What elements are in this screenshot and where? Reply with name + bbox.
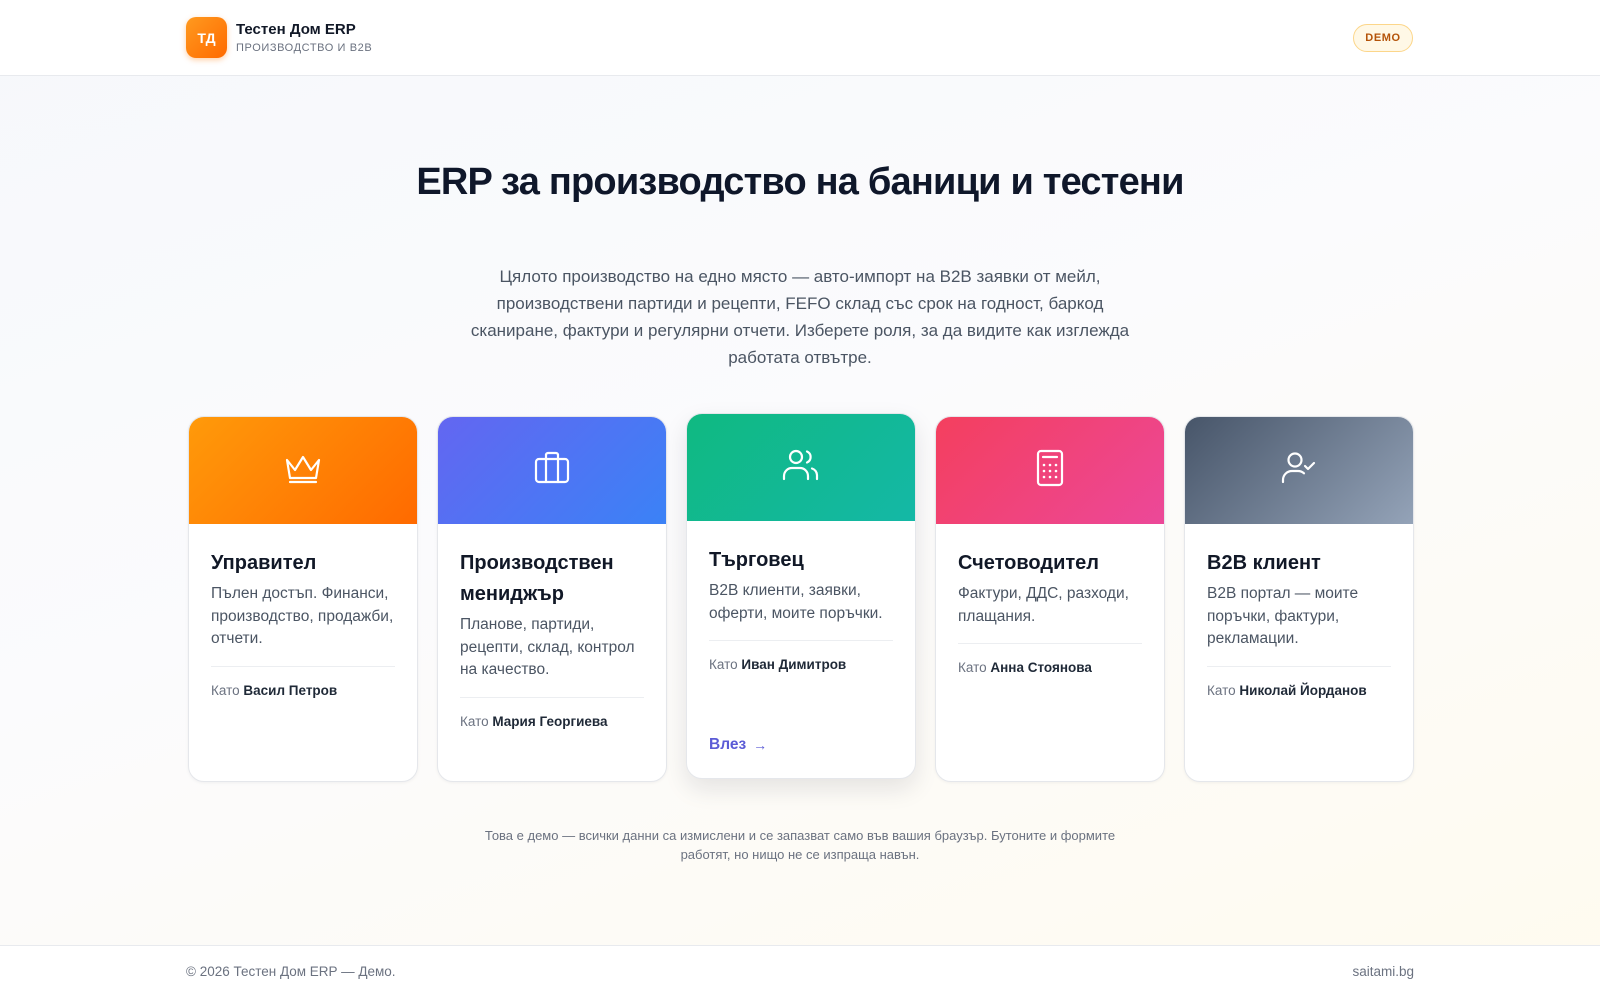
role-title: Управител <box>211 552 317 574</box>
role-title: B2B клиент <box>1207 552 1321 574</box>
role-description: B2B портал — моите поръчки, фактури, рек… <box>1207 585 1359 647</box>
role-card-header <box>936 417 1164 524</box>
role-card-header <box>438 417 666 524</box>
person-name: Иван Димитров <box>741 657 847 672</box>
footer: © 2026 Тестен Дом ERP — Демо. saitami.bg <box>0 945 1600 1000</box>
person-name: Николай Йорданов <box>1239 682 1367 698</box>
hero-subtitle: Цялото производство на едно място — авто… <box>470 267 1130 367</box>
user-check-icon <box>1277 446 1321 495</box>
role-description: Пълен достъп. Финанси, производство, про… <box>211 585 394 647</box>
brand[interactable]: ТД Тестен Дом ERP ПРОИЗВОДСТВО И B2B <box>186 17 372 58</box>
hero-title: ERP за производство на баници и тестени <box>416 161 1184 203</box>
top-header: ТД Тестен Дом ERP ПРОИЗВОДСТВО И B2B DEM… <box>0 0 1600 76</box>
divider <box>460 696 644 698</box>
role-card-sales[interactable]: Търговец B2B клиенти, заявки, оферти, мо… <box>686 413 916 779</box>
role-card-accountant[interactable]: Счетоводител Фактури, ДДС, разходи, плащ… <box>935 416 1165 782</box>
role-description: Планове, партиди, рецепти, склад, контро… <box>460 616 635 678</box>
role-person: Като Анна Стоянова <box>958 660 1092 675</box>
enter-label[interactable]: Влез <box>709 736 746 754</box>
person-name: Мария Георгиева <box>492 713 608 729</box>
person-name: Анна Стоянова <box>990 660 1092 675</box>
divider <box>1207 665 1391 667</box>
role-description: B2B клиенти, заявки, оферти, моите поръч… <box>709 582 883 622</box>
app-name: Тестен Дом ERP <box>236 20 356 38</box>
role-card-header <box>1185 417 1413 524</box>
footer-link[interactable]: saitami.bg <box>1352 964 1414 979</box>
role-card-header <box>687 414 915 521</box>
arrow-right-icon: → <box>753 737 768 753</box>
divider <box>211 665 395 667</box>
calculator-icon <box>1028 446 1072 495</box>
role-title: Счетоводител <box>958 552 1099 574</box>
role-person: Като Васил Петров <box>211 682 338 698</box>
role-card-production-manager[interactable]: Производствен мениджър Планове, партиди,… <box>437 416 667 782</box>
footer-copyright: © 2026 Тестен Дом ERP — Демо. <box>186 964 396 979</box>
role-title: Производствен мениджър <box>460 552 614 605</box>
role-card-header <box>189 417 417 524</box>
users-icon <box>779 443 823 492</box>
role-title: Търговец <box>709 549 804 571</box>
enter-link[interactable]: Влез → <box>709 736 767 754</box>
app-logo: ТД <box>186 17 227 58</box>
role-description: Фактури, ДДС, разходи, плащания. <box>958 585 1129 625</box>
role-card-manager[interactable]: Управител Пълен достъп. Финанси, произво… <box>188 416 418 782</box>
role-person: Като Николай Йорданов <box>1207 682 1367 698</box>
divider <box>709 640 893 641</box>
role-person: Като Мария Георгиева <box>460 713 608 729</box>
person-name: Васил Петров <box>243 682 338 698</box>
demo-badge: DEMO <box>1353 24 1413 52</box>
crown-icon <box>281 446 325 495</box>
role-person: Като Иван Димитров <box>709 657 847 672</box>
role-card-b2b-client[interactable]: B2B клиент B2B портал — моите поръчки, ф… <box>1184 416 1414 782</box>
demo-note: Това е демо — всички данни са измислени … <box>484 828 1116 862</box>
divider <box>958 643 1142 644</box>
briefcase-icon <box>530 446 574 495</box>
app-subtitle: ПРОИЗВОДСТВО И B2B <box>236 41 373 54</box>
